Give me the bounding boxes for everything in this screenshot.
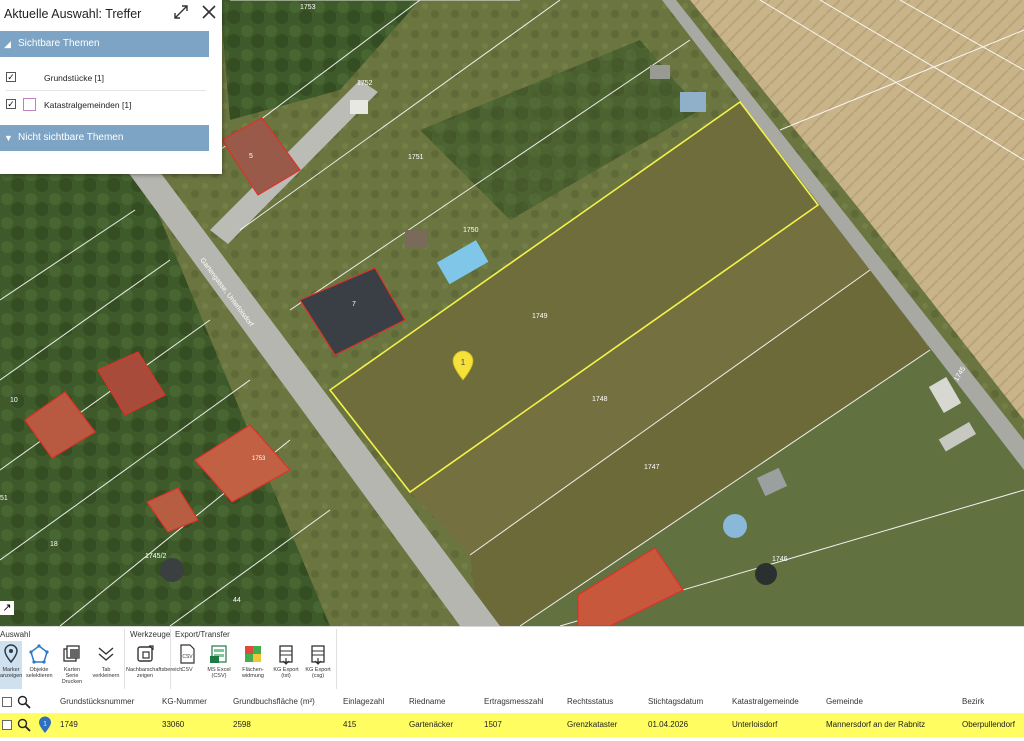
layer-checkbox[interactable]: ✓ <box>6 72 16 82</box>
layer-checkbox[interactable]: ✓ <box>6 99 16 109</box>
column-header[interactable]: Grundbuchsfläche (m²) <box>233 691 315 713</box>
csv-file-icon: CSV <box>180 644 195 664</box>
parcel-label: 44 <box>233 597 241 604</box>
cell-kg-nummer: 33060 <box>162 720 185 729</box>
hidden-themes-header[interactable]: ▼ Nicht sichtbare Themen <box>0 125 209 151</box>
cell-katastralgemeinde: Unterloisdorf <box>732 720 778 729</box>
parcel-label: 1745/2 <box>145 553 167 560</box>
tool-label: Karten Serie Drucken <box>61 667 83 685</box>
expand-icon[interactable] <box>172 3 190 21</box>
tool-label: Marker anzeigen <box>0 667 23 679</box>
excel-icon <box>210 645 227 663</box>
cell-grundstuecksnummer: 1749 <box>60 720 78 729</box>
parcel-label: 7 <box>352 301 356 308</box>
nachbarschaftsbereich-button[interactable]: Nachbarschaftsbereich zeigen <box>126 641 182 689</box>
column-header[interactable]: Bezirk <box>962 691 984 713</box>
tool-label: Tab verkleinern <box>92 667 120 679</box>
row-marker-icon: 1 <box>39 716 51 733</box>
select-all-checkbox[interactable] <box>2 697 12 707</box>
map-resize-icon[interactable]: ↗ <box>0 601 14 615</box>
column-header[interactable]: Gemeinde <box>826 691 863 713</box>
export-csg-icon <box>311 645 325 665</box>
column-header[interactable]: Riedname <box>409 691 445 713</box>
neighbour-area-icon <box>137 645 154 662</box>
cell-einlagezahl: 415 <box>343 720 357 729</box>
tab-verkleinern-button[interactable]: Tab verkleinern <box>92 641 120 689</box>
cell-riedname: Gartenäcker <box>409 720 454 729</box>
flaechenwidmung-button[interactable]: Flächen-widmung <box>238 641 268 689</box>
parcel-label: 10 <box>10 397 18 404</box>
zoom-to-row-icon[interactable] <box>17 718 31 732</box>
column-header[interactable]: Katastralgemeinde <box>732 691 799 713</box>
result-table: Grundstücksnummer KG-Nummer Grundbuchsfl… <box>0 691 1024 741</box>
tool-label: CSV <box>181 667 193 673</box>
visible-themes-label: Sichtbare Themen <box>18 38 100 49</box>
layer-label: Katastralgemeinden [1] <box>44 100 132 110</box>
row-checkbox[interactable] <box>2 720 12 730</box>
objekte-selektieren-button[interactable]: Objekte selektieren <box>26 641 53 689</box>
parcel-label: 18 <box>50 541 58 548</box>
parcel-label: 51 <box>0 495 8 502</box>
svg-text:CSV: CSV <box>182 654 193 660</box>
group-label-werkzeuge: Werkzeuge <box>130 630 171 639</box>
column-header[interactable]: Grundstücksnummer <box>60 691 134 713</box>
csv-export-button[interactable]: CSV CSV <box>174 641 200 689</box>
kg-export-csg-button[interactable]: KG Export (csg) <box>303 641 333 689</box>
kg-export-txt-button[interactable]: KG Export (txt) <box>271 641 301 689</box>
cell-rechtsstatus: Grenzkataster <box>567 720 618 729</box>
parcel-label: 1752 <box>357 80 373 87</box>
layer-item-grundstuecke[interactable]: ✓ Grundstücke [1] <box>6 68 206 88</box>
tool-label: Flächen-widmung <box>241 667 264 679</box>
table-header: Grundstücksnummer KG-Nummer Grundbuchsfl… <box>0 691 1024 713</box>
parcel-label: 1751 <box>408 154 424 161</box>
group-label-export: Export/Transfer <box>175 630 230 639</box>
caret-down-icon: ◢ <box>4 39 11 49</box>
map-marker-number: 1 <box>461 358 466 367</box>
parcel-label: 1753 <box>300 4 316 11</box>
column-header[interactable]: Stichtagsdatum <box>648 691 703 713</box>
parcel-label: 1749 <box>532 313 548 320</box>
table-row[interactable]: 1 1749 33060 2598 415 Gartenäcker 1507 G… <box>0 713 1024 737</box>
parcel-label: 1748 <box>592 396 608 403</box>
cell-stichtagsdatum: 01.04.2026 <box>648 720 689 729</box>
hidden-themes-label: Nicht sichtbare Themen <box>18 132 124 143</box>
visible-themes-header[interactable]: ◢ Sichtbare Themen <box>0 31 209 57</box>
print-series-icon <box>63 645 80 662</box>
column-header[interactable]: Einlagezahl <box>343 691 384 713</box>
parcel-label: 1746 <box>772 556 788 563</box>
tool-label: Objekte selektieren <box>26 667 53 679</box>
column-header[interactable]: KG-Nummer <box>162 691 207 713</box>
cell-bezirk: Oberpullendorf <box>962 720 1015 729</box>
parcel-label: 5 <box>249 153 253 160</box>
panel-title: Aktuelle Auswahl: Treffer <box>4 7 142 21</box>
layer-item-katastralgemeinden[interactable]: ✓ Katastralgemeinden [1] <box>6 95 206 115</box>
selection-panel: Aktuelle Auswahl: Treffer ◢ Sichtbare Th… <box>0 0 222 174</box>
layer-label: Grundstücke [1] <box>44 73 105 83</box>
close-icon[interactable] <box>200 3 218 21</box>
column-header[interactable]: Ertragsmesszahl <box>484 691 544 713</box>
collapse-chevron-icon <box>98 647 114 661</box>
column-header[interactable]: Rechtsstatus <box>567 691 613 713</box>
parcel-label: 1750 <box>463 227 479 234</box>
select-objects-icon <box>29 644 49 664</box>
tool-label: KG Export (txt) <box>273 667 299 679</box>
group-label-auswahl: Auswahl <box>0 630 31 639</box>
map-marker-icon <box>4 644 18 664</box>
zoning-icon <box>245 646 261 662</box>
parcel-label: 1753 <box>252 456 266 462</box>
export-txt-icon <box>279 645 293 665</box>
tool-label: MS Excel (CSV) <box>207 667 231 679</box>
caret-down-icon: ▼ <box>4 133 13 143</box>
parcel-label: 1747 <box>644 464 660 471</box>
ribbon-toolbar: Auswahl Werkzeuge Export/Transfer Marker… <box>0 626 1024 690</box>
zoom-all-icon[interactable] <box>17 695 31 709</box>
cell-gemeinde: Mannersdorf an der Rabnitz <box>826 720 926 729</box>
karten-serie-drucken-button[interactable]: Karten Serie Drucken <box>58 641 86 689</box>
cell-grundbuchsflaeche: 2598 <box>233 720 251 729</box>
layer-swatch <box>23 98 36 111</box>
tool-label: KG Export (csg) <box>305 667 331 679</box>
cell-ertragsmesszahl: 1507 <box>484 720 502 729</box>
ms-excel-export-button[interactable]: MS Excel (CSV) <box>204 641 234 689</box>
marker-anzeigen-button[interactable]: Marker anzeigen <box>0 641 22 689</box>
